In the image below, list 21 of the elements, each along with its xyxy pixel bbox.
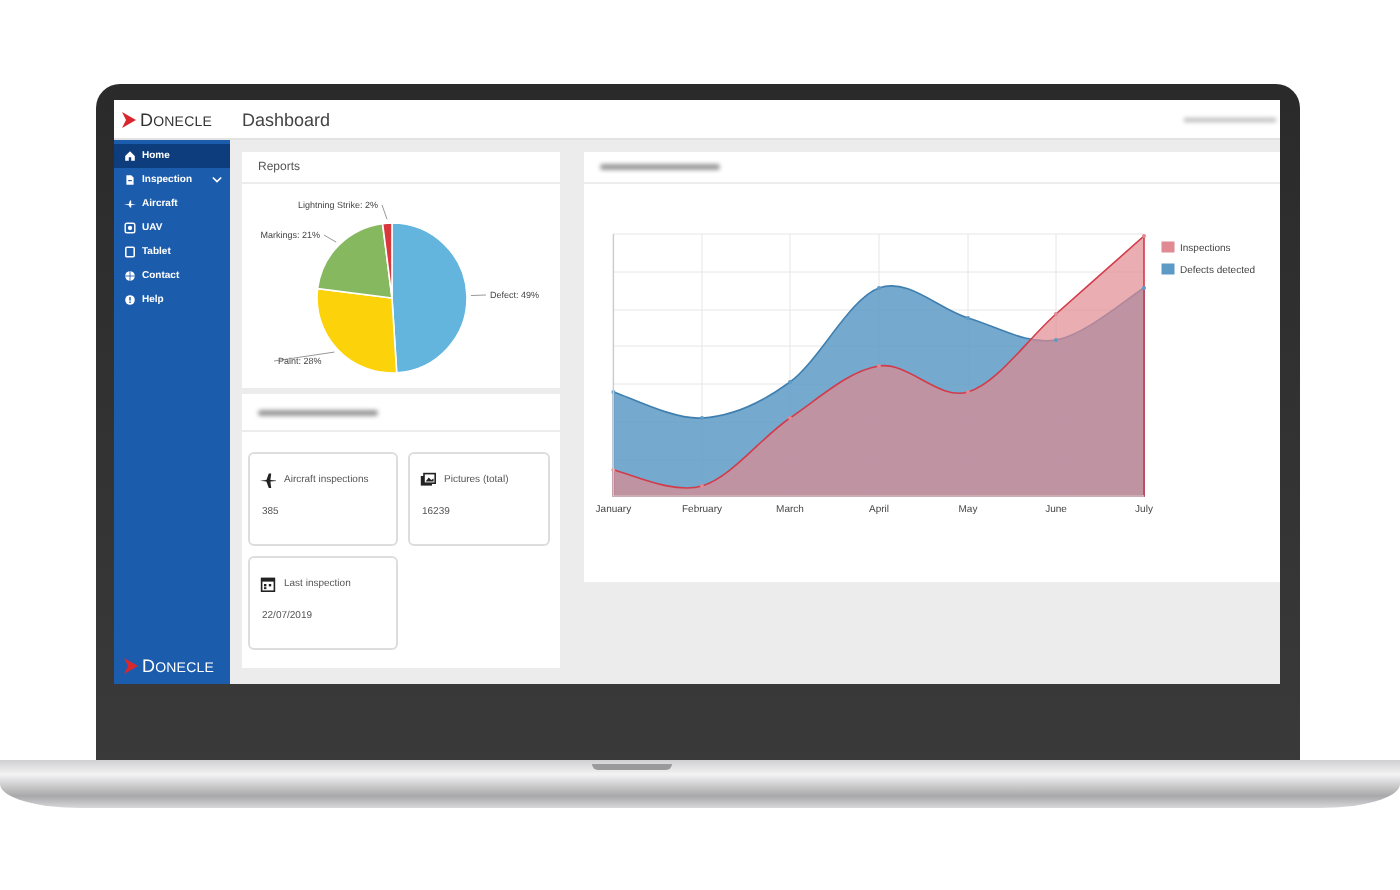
leader-line: [273, 351, 335, 362]
drone-icon: [124, 222, 136, 234]
plane-icon: [260, 472, 276, 488]
blurred-text: [600, 164, 720, 170]
document-icon: [124, 174, 136, 186]
leader-line: [323, 234, 337, 243]
calendar-icon: [260, 576, 276, 592]
leader-line: [470, 294, 487, 296]
leader-line: [381, 204, 388, 220]
blurred-text: [258, 409, 378, 415]
pictures-icon: [420, 472, 436, 488]
logo-icon: [122, 111, 136, 127]
home-icon: [124, 150, 136, 162]
logo-icon: [124, 658, 138, 674]
page-title: Dashboard: [242, 109, 331, 129]
help-icon: [124, 294, 136, 306]
brand-name: DONECLE: [140, 109, 212, 129]
brand-name: DONECLE: [142, 656, 214, 676]
globe-icon: [124, 270, 136, 282]
plane-icon: [124, 198, 136, 210]
tablet-icon: [124, 246, 136, 258]
